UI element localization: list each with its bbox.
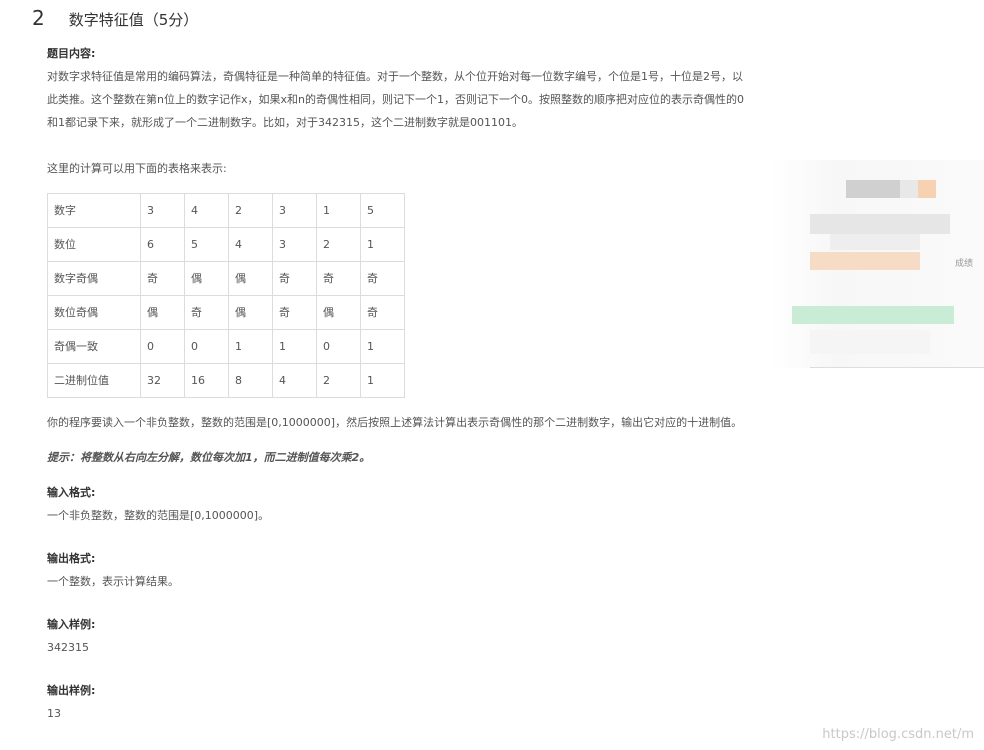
row-header: 数字 <box>47 193 141 228</box>
table-row: 数字奇偶奇偶偶奇奇奇 <box>47 261 405 296</box>
output-sample-text: 13 <box>47 707 61 720</box>
intro-line-1: 对数字求特征值是常用的编码算法，奇偶特征是一种简单的特征值。对于一个整数，从个位… <box>47 70 743 83</box>
table-cell: 偶 <box>228 261 273 296</box>
row-header: 数位奇偶 <box>47 295 141 330</box>
table-cell: 16 <box>184 363 229 398</box>
input-sample-text: 342315 <box>47 641 89 654</box>
table-cell: 1 <box>272 329 317 364</box>
table-cell: 1 <box>316 193 361 228</box>
table-row: 数字 3 4 2 3 1 5 <box>47 193 405 228</box>
table-cell: 1 <box>228 329 273 364</box>
table-cell: 偶 <box>316 295 361 330</box>
table-cell: 4 <box>228 227 273 262</box>
table-cell: 偶 <box>140 295 185 330</box>
output-format-text: 一个整数，表示计算结果。 <box>47 575 179 588</box>
table-cell: 4 <box>184 193 229 228</box>
table-cell: 偶 <box>228 295 273 330</box>
table-row: 二进制位值 32 16 8 4 2 1 <box>47 363 405 398</box>
table-row: 数位 6 5 4 3 2 1 <box>47 227 405 262</box>
input-format-text: 一个非负整数，整数的范围是[0,1000000]。 <box>47 509 270 522</box>
table-cell: 3 <box>272 227 317 262</box>
problem-title: 数字特征值（5分） <box>68 11 199 29</box>
intro-line-2: 此类推。这个整数在第n位上的数字记作x，如果x和n的奇偶性相同，则记下一个1，否… <box>47 93 744 106</box>
table-cell: 3 <box>272 193 317 228</box>
table-cell: 32 <box>140 363 185 398</box>
table-cell: 0 <box>140 329 185 364</box>
table-cell: 0 <box>316 329 361 364</box>
content-label: 题目内容: <box>47 47 96 60</box>
table-cell: 1 <box>360 363 405 398</box>
problem-content: 题目内容: 对数字求特征值是常用的编码算法，奇偶特征是一种简单的特征值。对于一个… <box>47 42 837 725</box>
table-cell: 奇 <box>272 261 317 296</box>
table-cell: 奇 <box>360 261 405 296</box>
table-intro: 这里的计算可以用下面的表格来表示: <box>47 162 227 175</box>
parity-table: 数字 3 4 2 3 1 5 数位 6 5 4 3 2 1 数字奇偶奇偶偶奇奇奇数位奇偶偶奇偶奇偶奇奇偶一致… <box>47 193 405 398</box>
table-cell: 偶 <box>184 261 229 296</box>
problem-heading: 2 数字特征值（5分） <box>32 6 198 30</box>
table-cell: 2 <box>316 227 361 262</box>
table-row: 数位奇偶偶奇偶奇偶奇 <box>47 295 405 330</box>
table-cell: 3 <box>140 193 185 228</box>
table-cell: 5 <box>184 227 229 262</box>
table-cell: 2 <box>228 193 273 228</box>
table-cell: 奇 <box>316 261 361 296</box>
row-header: 数字奇偶 <box>47 261 141 296</box>
hint-text: 提示：将整数从右向左分解，数位每次加1，而二进制值每次乘2。 <box>47 451 371 464</box>
table-cell: 4 <box>272 363 317 398</box>
blurred-label: 成绩 <box>955 259 974 269</box>
output-format-label: 输出格式: <box>47 552 96 565</box>
table-cell: 2 <box>316 363 361 398</box>
table-cell: 1 <box>360 329 405 364</box>
watermark: https://blog.csdn.net/m <box>822 727 974 742</box>
problem-number: 2 <box>32 6 45 30</box>
output-sample-label: 输出样例: <box>47 684 96 697</box>
intro-line-3: 和1都记录下来，就形成了一个二进制数字。比如，对于342315，这个二进制数字就… <box>47 116 523 129</box>
table-cell: 8 <box>228 363 273 398</box>
input-sample-label: 输入样例: <box>47 618 96 631</box>
input-format-label: 输入格式: <box>47 486 96 499</box>
table-cell: 6 <box>140 227 185 262</box>
table-cell: 0 <box>184 329 229 364</box>
table-cell: 奇 <box>184 295 229 330</box>
program-description: 你的程序要读入一个非负整数，整数的范围是[0,1000000]，然后按照上述算法… <box>47 416 743 429</box>
table-cell: 奇 <box>272 295 317 330</box>
row-header: 二进制位值 <box>47 363 141 398</box>
table-cell: 奇 <box>140 261 185 296</box>
table-cell: 1 <box>360 227 405 262</box>
table-cell: 奇 <box>360 295 405 330</box>
row-header: 奇偶一致 <box>47 329 141 364</box>
row-header: 数位 <box>47 227 141 262</box>
table-cell: 5 <box>360 193 405 228</box>
blurred-overlay-panel: 成绩 <box>770 160 984 368</box>
table-row: 奇偶一致 0 0 1 1 0 1 <box>47 329 405 364</box>
